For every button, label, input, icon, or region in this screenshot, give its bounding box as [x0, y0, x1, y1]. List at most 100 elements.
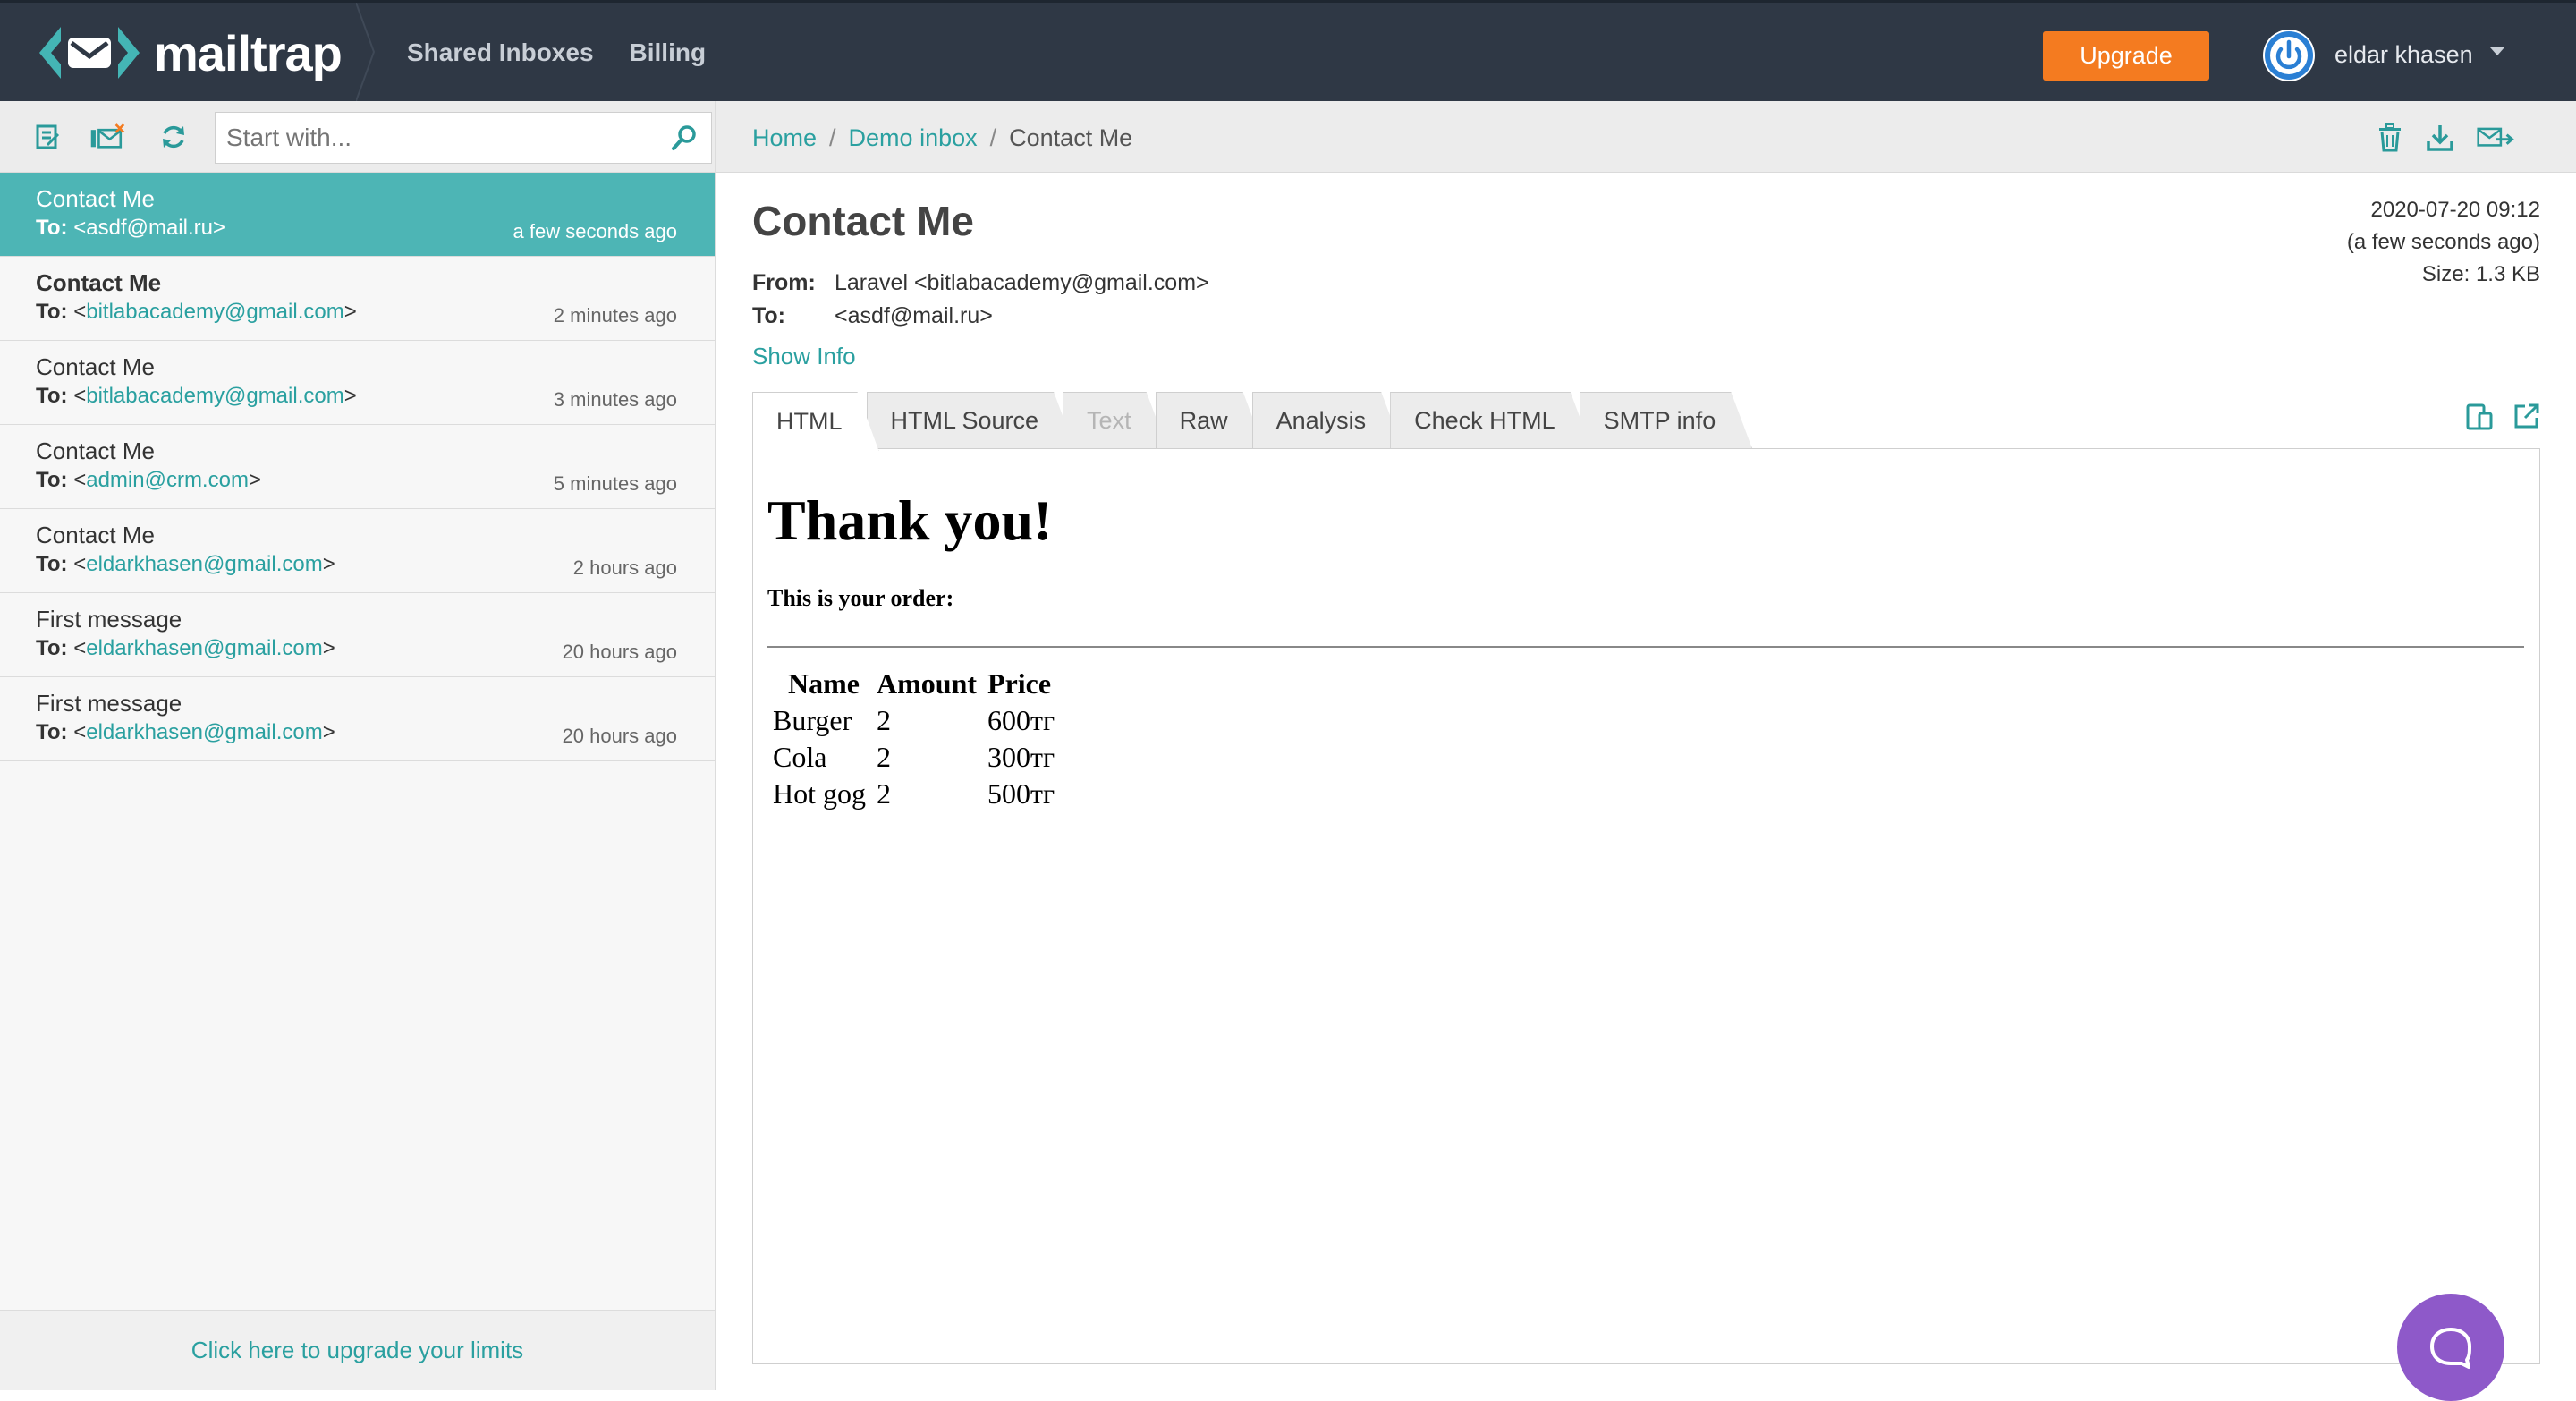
item-amount: 2 — [877, 777, 891, 810]
to-value: <asdf@mail.ru> — [835, 303, 993, 328]
item-amount: 2 — [877, 704, 891, 736]
recipient-address[interactable]: bitlabacademy@gmail.com — [86, 300, 343, 324]
header-divider — [356, 3, 376, 101]
sidebar-footer: Click here to upgrade your limits — [0, 1310, 715, 1390]
item-price: 500тг — [987, 777, 1055, 810]
message-time: 20 hours ago — [562, 725, 677, 747]
divider — [767, 646, 2524, 648]
top-nav: Shared Inboxes Billing — [407, 38, 706, 67]
preview-actions — [2465, 403, 2540, 436]
breadcrumb-separator: / — [989, 124, 997, 151]
item-name: Hot gog — [773, 777, 866, 810]
nav-billing[interactable]: Billing — [630, 38, 707, 67]
top-bar: mailtrap Shared Inboxes Billing Upgrade … — [0, 0, 2576, 101]
message-subject: Contact Me — [36, 353, 155, 380]
email-intro: This is your order: — [767, 585, 954, 611]
to-label: To: — [752, 303, 786, 328]
message-size: Size: 1.3 KB — [2421, 262, 2540, 286]
recipient-address[interactable]: eldarkhasen@gmail.com — [86, 552, 322, 576]
to-label: To: — [36, 300, 68, 324]
message-title: Contact Me — [752, 198, 974, 244]
upgrade-limits-link[interactable]: Click here to upgrade your limits — [191, 1337, 523, 1364]
avatar[interactable] — [2263, 30, 2315, 81]
message-item[interactable]: First message To: <eldarkhasen@gmail.com… — [0, 677, 715, 761]
message-item[interactable]: Contact Me To: <asdf@mail.ru> a few seco… — [0, 173, 715, 257]
recipient-address: asdf@mail.ru — [86, 216, 213, 240]
to-label: To: — [36, 468, 68, 492]
to-row: To: <asdf@mail.ru> — [752, 303, 993, 329]
message-time: 5 minutes ago — [553, 472, 677, 495]
tab-html[interactable]: HTML — [752, 392, 879, 451]
tab-raw[interactable]: Raw — [1156, 392, 1265, 449]
chevron-down-icon[interactable] — [2490, 47, 2504, 55]
tab-check-html[interactable]: Check HTML — [1390, 392, 1592, 449]
email-heading: Thank you! — [767, 488, 1053, 552]
to-label: To: — [36, 720, 68, 744]
html-preview: Thank you! This is your order: Name Amou… — [752, 448, 2540, 1364]
device-preview-icon[interactable] — [2465, 403, 2494, 436]
from-value: Laravel <bitlabacademy@gmail.com> — [835, 270, 1209, 295]
to-label: To: — [36, 384, 68, 408]
tab-text: Text — [1063, 392, 1168, 449]
recipient-address[interactable]: eldarkhasen@gmail.com — [86, 720, 322, 744]
power-icon — [2265, 31, 2313, 80]
message-subject: Contact Me — [36, 185, 155, 212]
download-icon[interactable] — [2421, 119, 2459, 157]
nav-shared-inboxes[interactable]: Shared Inboxes — [407, 38, 594, 67]
message-subject: Contact Me — [36, 269, 162, 296]
message-time: 3 minutes ago — [553, 388, 677, 411]
open-new-window-icon[interactable] — [2513, 403, 2540, 436]
message-time: 20 hours ago — [562, 641, 677, 663]
message-time: a few seconds ago — [513, 220, 677, 242]
item-name: Burger — [773, 704, 852, 736]
recipient-address[interactable]: admin@crm.com — [86, 468, 249, 492]
mailtrap-logo[interactable]: mailtrap — [34, 24, 343, 81]
refresh-icon[interactable] — [156, 119, 191, 155]
table-row: Burger 2 600тг — [773, 704, 1060, 737]
recipient-address[interactable]: eldarkhasen@gmail.com — [86, 636, 322, 660]
logo-text: mailtrap — [154, 24, 343, 81]
trash-icon[interactable] — [2371, 119, 2409, 157]
message-item[interactable]: Contact Me To: <bitlabacademy@gmail.com>… — [0, 341, 715, 425]
email-body: Thank you! This is your order: Name Amou… — [767, 485, 2524, 814]
tab-html-source[interactable]: HTML Source — [867, 392, 1076, 449]
item-name: Cola — [773, 741, 827, 773]
tab-analysis[interactable]: Analysis — [1252, 392, 1403, 449]
breadcrumb-inbox[interactable]: Demo inbox — [849, 124, 978, 152]
message-item[interactable]: Contact Me To: <eldarkhasen@gmail.com> 2… — [0, 509, 715, 593]
to-label: To: — [36, 636, 68, 660]
clear-inbox-icon[interactable] — [89, 119, 125, 155]
sidebar-toolbar — [0, 101, 715, 173]
from-label: From: — [752, 270, 816, 295]
sidebar: Contact Me To: <asdf@mail.ru> a few seco… — [0, 101, 716, 1390]
to-label: To: — [36, 216, 68, 240]
mark-read-icon[interactable] — [30, 119, 66, 155]
table-row: Cola 2 300тг — [773, 741, 1060, 774]
item-amount: 2 — [877, 741, 891, 773]
message-time: 2 minutes ago — [553, 304, 677, 327]
message-item[interactable]: Contact Me To: <admin@crm.com> 5 minutes… — [0, 425, 715, 509]
show-info-link[interactable]: Show Info — [752, 343, 856, 370]
search-input[interactable] — [216, 113, 645, 163]
message-subject: First message — [36, 606, 182, 633]
search-box — [215, 112, 712, 164]
message-item[interactable]: First message To: <eldarkhasen@gmail.com… — [0, 593, 715, 677]
search-icon[interactable] — [670, 123, 699, 157]
tab-smtp-info[interactable]: SMTP info — [1580, 392, 1753, 449]
chat-widget-button[interactable] — [2397, 1294, 2504, 1401]
breadcrumb-home[interactable]: Home — [752, 124, 817, 152]
breadcrumb-separator: / — [829, 124, 836, 151]
from-row: From: Laravel <bitlabacademy@gmail.com> — [752, 270, 1209, 296]
column-header: Amount — [877, 667, 978, 700]
message-date: 2020-07-20 09:12 — [2370, 198, 2541, 222]
message-time: 2 hours ago — [572, 556, 677, 579]
upgrade-button[interactable]: Upgrade — [2043, 31, 2209, 81]
message-item[interactable]: Contact Me To: <bitlabacademy@gmail.com>… — [0, 257, 715, 341]
mailtrap-logo-icon — [39, 27, 140, 79]
forward-icon[interactable] — [2477, 119, 2514, 157]
message-relative-time: (a few seconds ago) — [2346, 230, 2540, 254]
user-name[interactable]: eldar khasen — [2334, 41, 2473, 69]
message-meta: 2020-07-20 09:12 (a few seconds ago) Siz… — [2347, 194, 2540, 291]
breadcrumb-current: Contact Me — [1009, 124, 1133, 151]
recipient-address[interactable]: bitlabacademy@gmail.com — [86, 384, 343, 408]
